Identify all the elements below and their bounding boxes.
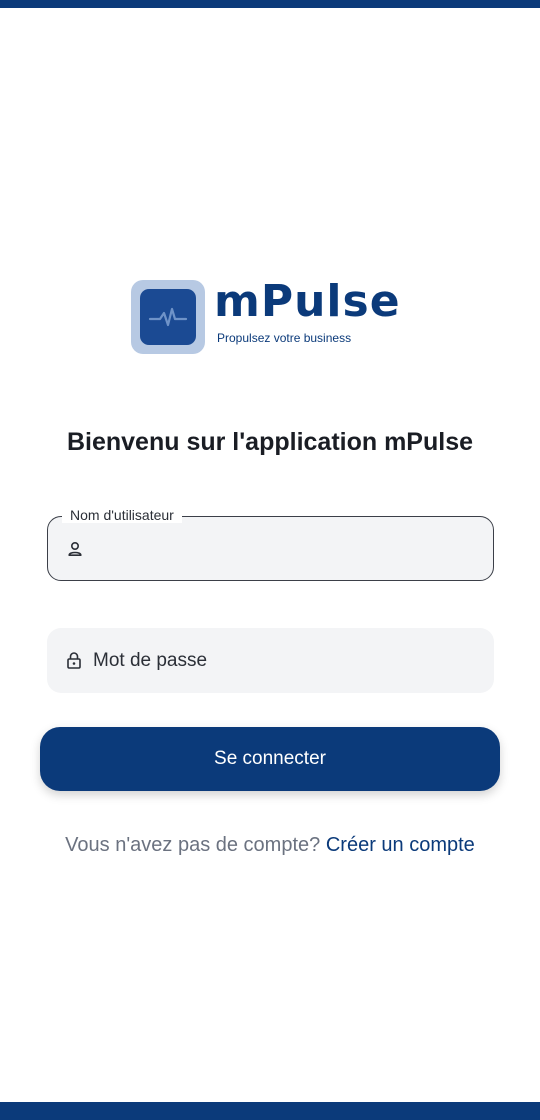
username-label: Nom d'utilisateur [62,507,182,523]
login-button[interactable]: Se connecter [40,727,500,791]
pulse-icon [140,289,196,345]
lock-icon [65,651,83,669]
brand-tagline: Propulsez votre business [217,331,352,345]
login-screen: mPulse Propulsez votre business Bienvenu… [0,0,540,1120]
username-field[interactable]: Nom d'utilisateur [47,507,494,581]
logo-tile [131,280,205,354]
brand-name: mPulse [214,276,401,327]
welcome-title: Bienvenu sur l'application mPulse [66,428,474,456]
signup-prompt: Vous n'avez pas de compte? [65,834,321,856]
person-icon [66,540,84,558]
password-field[interactable]: Mot de passe [47,628,494,693]
status-bar [0,0,540,8]
create-account-link[interactable]: Créer un compte [326,834,475,856]
signup-prompt-line: Vous n'avez pas de compte? Créer un comp… [0,834,540,857]
navigation-bar [0,1102,540,1120]
password-placeholder: Mot de passe [93,650,208,671]
